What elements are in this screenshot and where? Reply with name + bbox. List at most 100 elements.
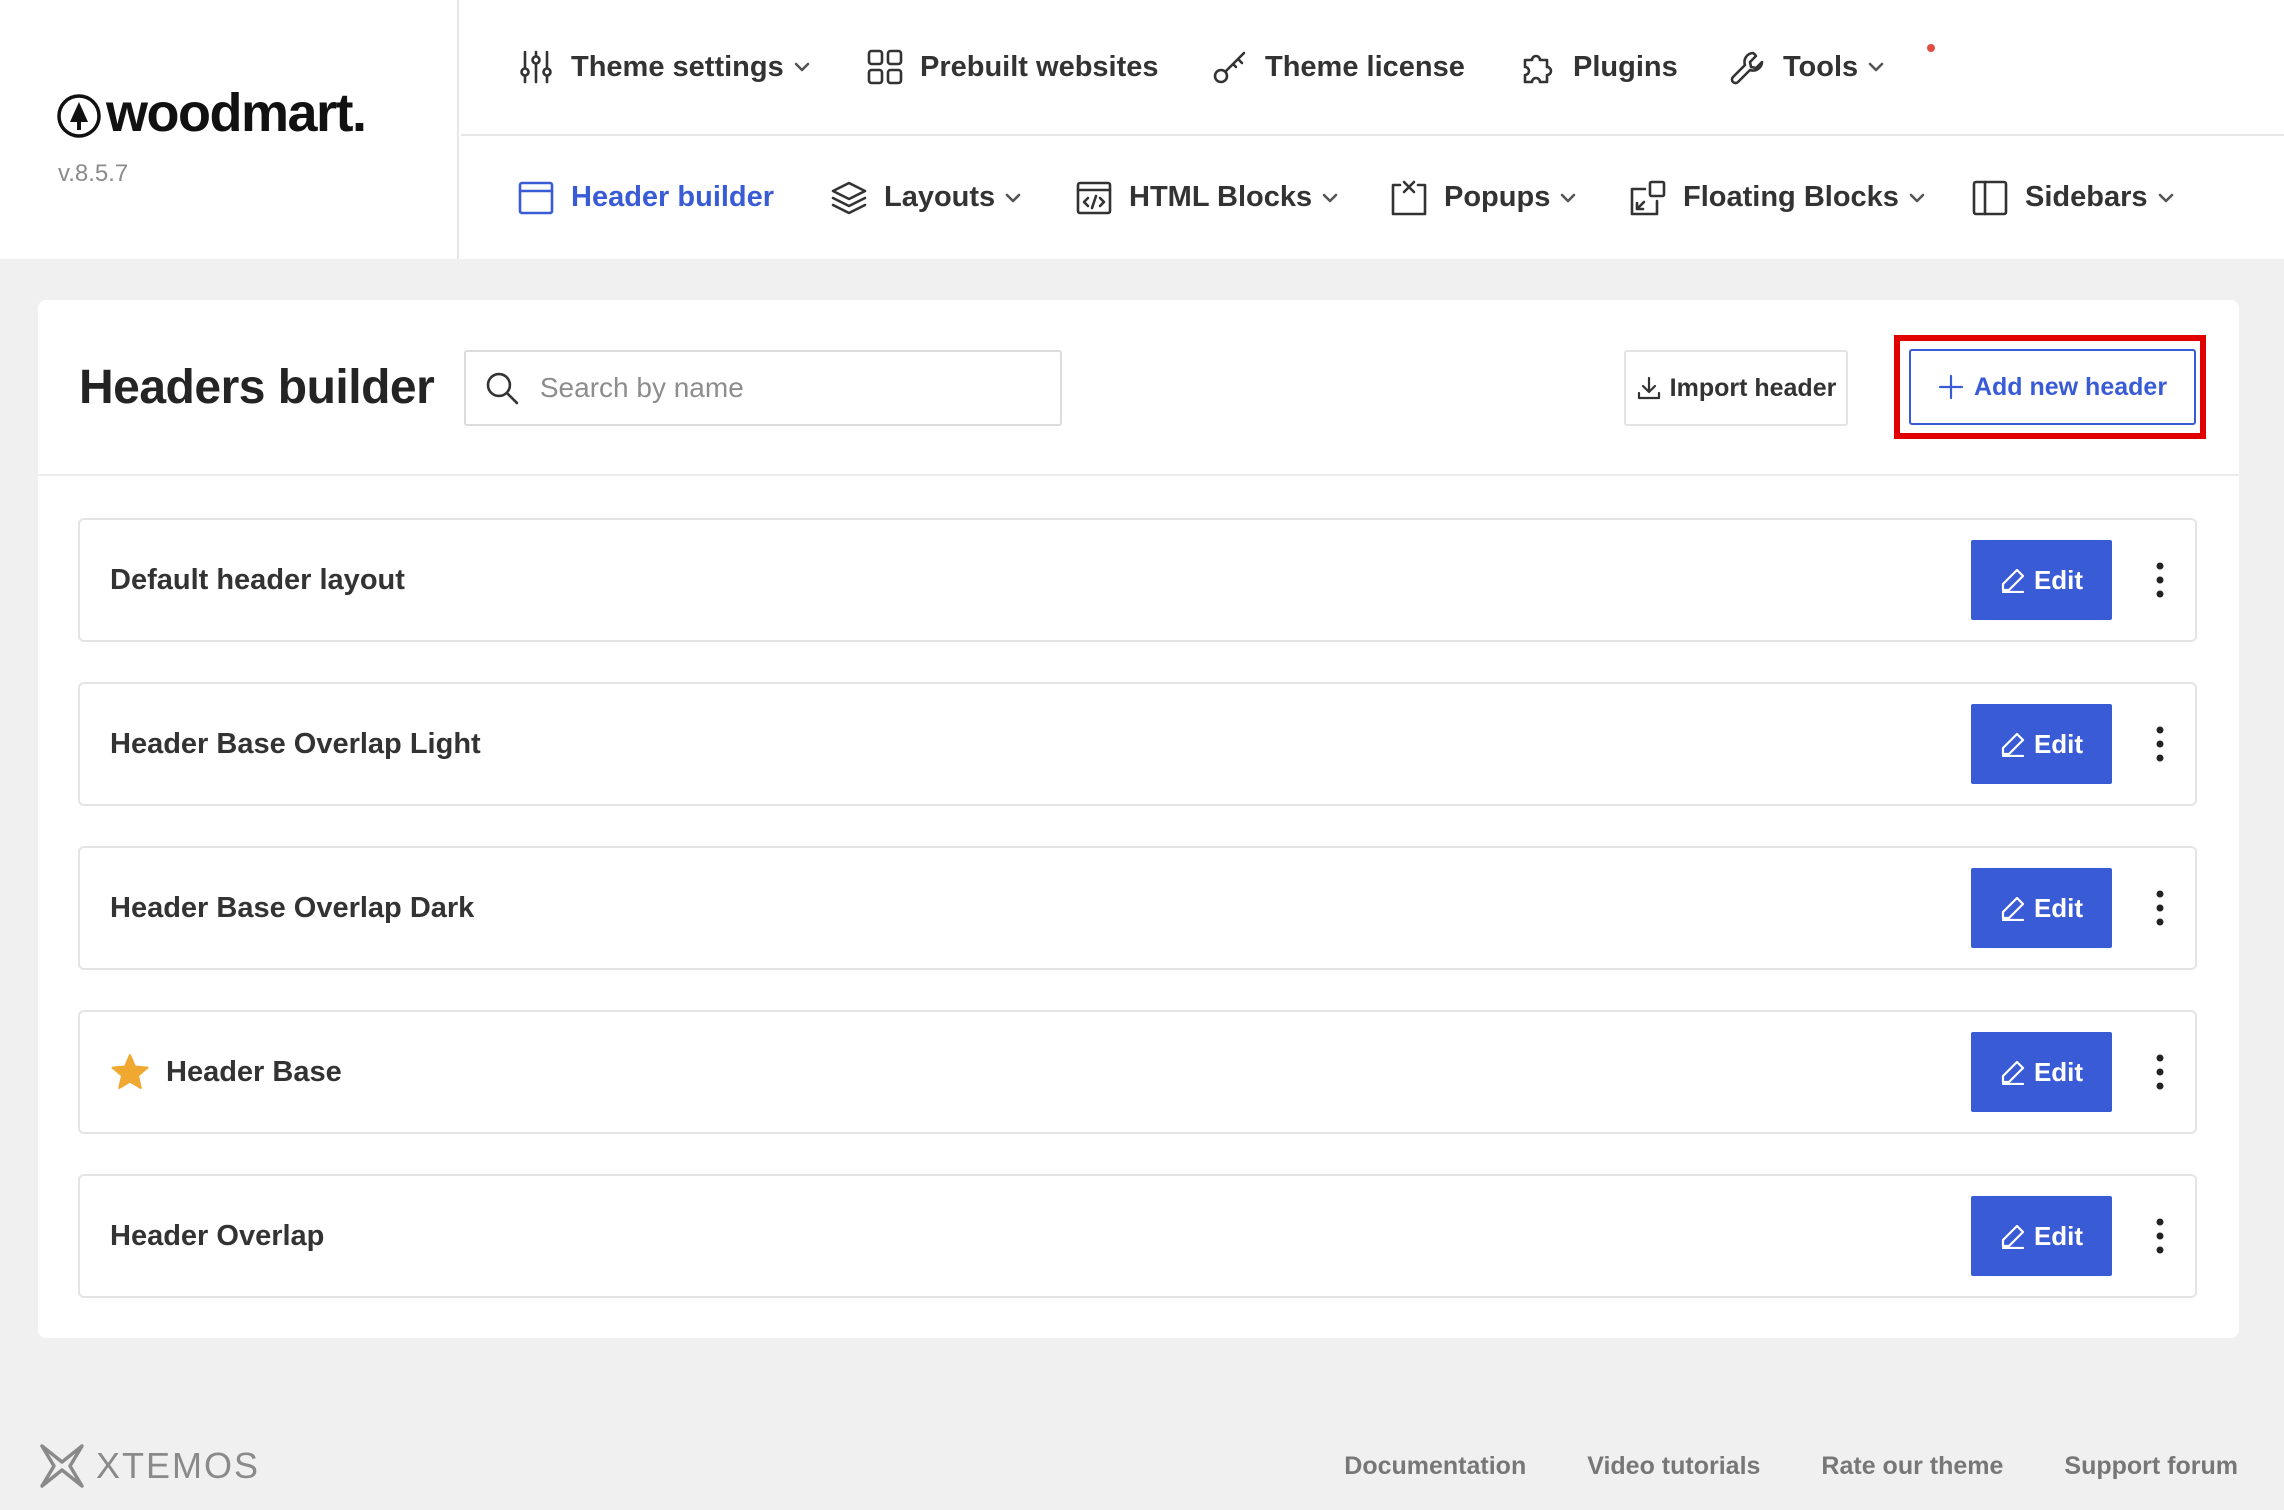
nav-sidebars[interactable]: Sidebars bbox=[1971, 179, 2174, 217]
code-block-icon bbox=[1076, 181, 1112, 214]
footer-link-documentation[interactable]: Documentation bbox=[1344, 1452, 1526, 1481]
header-row-default: Header Base Edit bbox=[78, 1010, 2197, 1134]
panel-header: Headers builder Import header Add new he… bbox=[38, 300, 2239, 476]
chevron-down-icon bbox=[1909, 193, 1925, 202]
notification-dot bbox=[1927, 44, 1935, 52]
edit-button[interactable]: Edit bbox=[1971, 540, 2112, 620]
header-name: Header Overlap bbox=[110, 1219, 325, 1252]
footer-link-video-tutorials[interactable]: Video tutorials bbox=[1587, 1452, 1760, 1481]
edit-button[interactable]: Edit bbox=[1971, 868, 2112, 948]
search-box[interactable] bbox=[464, 350, 1062, 426]
nav-tools[interactable]: Tools bbox=[1729, 48, 1884, 86]
more-options-icon[interactable] bbox=[2145, 1048, 2175, 1096]
layers-icon bbox=[831, 181, 867, 214]
primary-nav: Theme settings Prebuilt websites Theme l… bbox=[461, 0, 2284, 136]
chevron-down-icon bbox=[2158, 193, 2173, 202]
nav-theme-license[interactable]: Theme license bbox=[1211, 44, 1935, 86]
pencil-icon bbox=[2001, 1060, 2025, 1085]
nav-prebuilt-websites[interactable]: Prebuilt websites bbox=[866, 48, 1159, 86]
chevron-down-icon bbox=[1322, 193, 1338, 202]
secondary-nav: Header builder Layouts HTML Blocks Popup… bbox=[461, 136, 2284, 259]
more-options-icon[interactable] bbox=[2145, 884, 2175, 932]
popup-icon bbox=[1391, 180, 1427, 215]
footer-link-rate-theme[interactable]: Rate our theme bbox=[1821, 1452, 2003, 1481]
header-layout-icon bbox=[518, 181, 554, 214]
pencil-icon bbox=[2001, 896, 2025, 921]
edit-label: Edit bbox=[2033, 1056, 2084, 1087]
plus-icon bbox=[1938, 374, 1964, 400]
page-title: Headers builder bbox=[79, 361, 435, 414]
more-options-icon[interactable] bbox=[2145, 1212, 2175, 1260]
header-row: Header Base Overlap Light Edit bbox=[78, 682, 2197, 806]
nav-layouts[interactable]: Layouts bbox=[830, 179, 1021, 217]
puzzle-icon bbox=[1523, 54, 1553, 84]
nav-label: Sidebars bbox=[2025, 181, 2148, 213]
download-icon bbox=[1637, 376, 1660, 400]
footer-link-support-forum[interactable]: Support forum bbox=[2064, 1452, 2238, 1481]
xtemos-logo[interactable]: XTEMOS bbox=[36, 1440, 260, 1492]
nav-plugins[interactable]: Plugins bbox=[1519, 48, 1678, 86]
nav-html-blocks[interactable]: HTML Blocks bbox=[1075, 179, 1338, 217]
header-row: Header Base Overlap Dark Edit bbox=[78, 846, 2197, 970]
more-options-icon[interactable] bbox=[2145, 556, 2175, 604]
pencil-icon bbox=[2001, 1224, 2025, 1249]
headers-panel: Headers builder Import header Add new he… bbox=[38, 300, 2239, 1338]
xtemos-logo-icon bbox=[40, 1444, 84, 1488]
version-label: v.8.5.7 bbox=[58, 160, 129, 187]
nav-label: Header builder bbox=[571, 181, 775, 213]
nav-label: Theme license bbox=[1265, 50, 1465, 83]
edit-label: Edit bbox=[2033, 564, 2084, 595]
nav-popups[interactable]: Popups bbox=[1390, 179, 1576, 217]
import-header-button[interactable]: Import header bbox=[1624, 350, 1848, 426]
nav-label: Layouts bbox=[884, 181, 996, 213]
pencil-icon bbox=[2001, 732, 2025, 757]
chevron-down-icon bbox=[794, 62, 810, 72]
header-row: Header Overlap Edit bbox=[78, 1174, 2197, 1298]
chevron-down-icon bbox=[1005, 193, 1021, 202]
edit-button[interactable]: Edit bbox=[1971, 1196, 2112, 1276]
header-name: Header Base Overlap Dark bbox=[110, 891, 475, 924]
header-name-wrap: Header Base bbox=[110, 1012, 342, 1132]
header-name: Default header layout bbox=[110, 563, 405, 596]
nav-label: Plugins bbox=[1573, 50, 1678, 83]
woodmart-logo-icon bbox=[57, 94, 101, 138]
header-name: Header Base Overlap Light bbox=[110, 727, 481, 760]
edit-label: Edit bbox=[2033, 1220, 2084, 1251]
xtemos-brand: XTEMOS bbox=[96, 1445, 261, 1486]
add-new-header-button[interactable]: Add new header bbox=[1909, 349, 2196, 425]
brand-name: woodmart. bbox=[106, 83, 367, 143]
default-star-icon[interactable] bbox=[110, 1052, 150, 1092]
brand-area: woodmart. v.8.5.7 bbox=[0, 0, 459, 259]
edit-button[interactable]: Edit bbox=[1971, 1032, 2112, 1112]
more-options-icon[interactable] bbox=[2145, 720, 2175, 768]
nav-floating-blocks[interactable]: Floating Blocks bbox=[1629, 179, 1925, 217]
nav-label: Popups bbox=[1444, 181, 1551, 213]
add-new-header-label: Add new header bbox=[1973, 372, 2168, 401]
woodmart-logo[interactable]: woodmart. bbox=[56, 82, 367, 144]
nav-label: Theme settings bbox=[571, 50, 784, 83]
wrench-icon bbox=[1730, 51, 1764, 85]
key-icon bbox=[1213, 51, 1246, 84]
edit-button[interactable]: Edit bbox=[1971, 704, 2112, 784]
edit-label: Edit bbox=[2033, 728, 2084, 759]
sliders-icon bbox=[520, 50, 552, 84]
header-row: Default header layout Edit bbox=[78, 518, 2197, 642]
search-icon bbox=[486, 372, 519, 405]
chevron-down-icon bbox=[1868, 62, 1884, 72]
nav-label: Tools bbox=[1783, 50, 1859, 83]
import-header-label: Import header bbox=[1669, 373, 1837, 402]
sidebar-icon bbox=[1972, 180, 2008, 215]
nav-label: Floating Blocks bbox=[1683, 181, 1899, 213]
header-name: Header Base bbox=[166, 1055, 342, 1088]
edit-label: Edit bbox=[2033, 892, 2084, 923]
nav-theme-settings[interactable]: Theme settings bbox=[517, 48, 810, 86]
search-input[interactable] bbox=[537, 371, 1060, 405]
nav-label: Prebuilt websites bbox=[920, 50, 1159, 83]
grid-icon bbox=[867, 49, 903, 85]
chevron-down-icon bbox=[1561, 193, 1576, 202]
top-header: woodmart. v.8.5.7 Theme settings Prebuil… bbox=[0, 0, 2284, 259]
floating-block-icon bbox=[1630, 180, 1666, 215]
nav-label: HTML Blocks bbox=[1129, 181, 1313, 213]
nav-header-builder[interactable]: Header builder bbox=[517, 179, 774, 217]
footer-links: Documentation Video tutorials Rate our t… bbox=[1283, 1452, 2238, 1481]
